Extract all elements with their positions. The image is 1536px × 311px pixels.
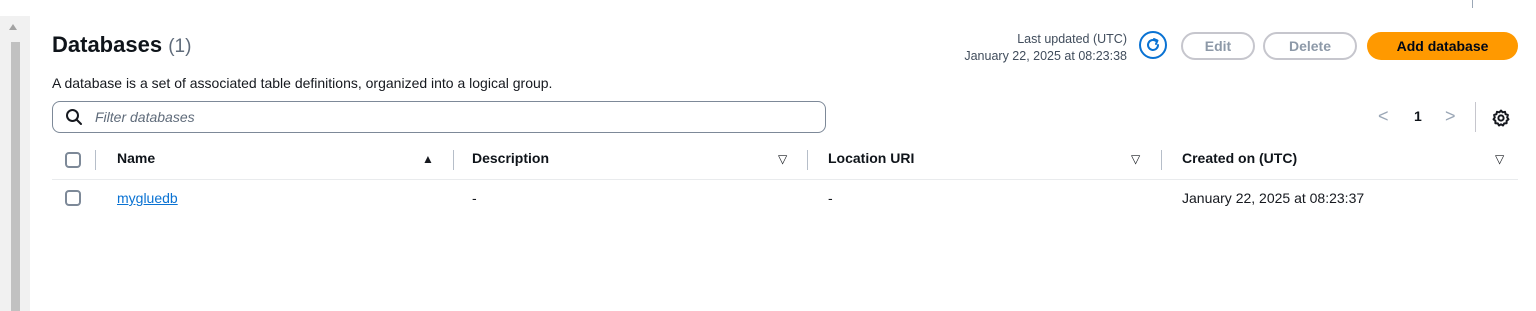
page-description: A database is a set of associated table … [52, 75, 553, 91]
delete-button[interactable]: Delete [1263, 32, 1357, 60]
scroll-up-arrow-icon[interactable] [9, 24, 17, 30]
filter-container [52, 101, 826, 133]
column-header-name[interactable]: Name [117, 150, 155, 166]
sort-unsorted-icon[interactable]: ▽ [1495, 152, 1504, 166]
database-location-uri: - [828, 190, 833, 206]
sort-unsorted-icon[interactable]: ▽ [1131, 152, 1140, 166]
top-divider [1472, 0, 1473, 8]
top-strip [0, 0, 1536, 16]
filter-databases-input[interactable] [93, 108, 797, 126]
pagination-current-page[interactable]: 1 [1414, 108, 1422, 124]
pagination-next-button[interactable]: > [1445, 106, 1456, 127]
column-separator [1161, 150, 1162, 170]
last-updated: Last updated (UTC) January 22, 2025 at 0… [964, 31, 1127, 65]
edit-button[interactable]: Edit [1181, 32, 1255, 60]
table-header-divider [52, 179, 1518, 180]
column-separator [453, 150, 454, 170]
last-updated-label: Last updated (UTC) [1017, 32, 1127, 46]
sort-unsorted-icon[interactable]: ▽ [778, 152, 787, 166]
search-icon [66, 109, 82, 125]
settings-icon[interactable] [1491, 108, 1511, 128]
add-database-button[interactable]: Add database [1367, 32, 1518, 60]
pagination-prev-button[interactable]: < [1378, 106, 1389, 127]
column-separator [807, 150, 808, 170]
database-description: - [472, 190, 477, 206]
page-title: Databases (1) [52, 32, 191, 58]
select-all-checkbox[interactable] [65, 152, 81, 168]
pagination-divider [1475, 102, 1476, 132]
refresh-button[interactable] [1139, 31, 1167, 59]
sort-ascending-icon[interactable]: ▲ [422, 152, 434, 166]
refresh-icon [1147, 38, 1159, 51]
column-header-description[interactable]: Description [472, 150, 549, 166]
column-header-created-on[interactable]: Created on (UTC) [1182, 150, 1297, 166]
scrollbar-thumb[interactable] [11, 42, 20, 311]
column-separator [95, 150, 96, 170]
last-updated-value: January 22, 2025 at 08:23:38 [964, 49, 1127, 63]
page-title-text: Databases [52, 32, 163, 57]
column-header-location-uri[interactable]: Location URI [828, 150, 914, 166]
database-count: (1) [168, 36, 192, 57]
database-name-link[interactable]: mygluedb [117, 190, 178, 206]
database-created-on: January 22, 2025 at 08:23:37 [1182, 190, 1365, 206]
row-select-checkbox[interactable] [65, 190, 81, 206]
